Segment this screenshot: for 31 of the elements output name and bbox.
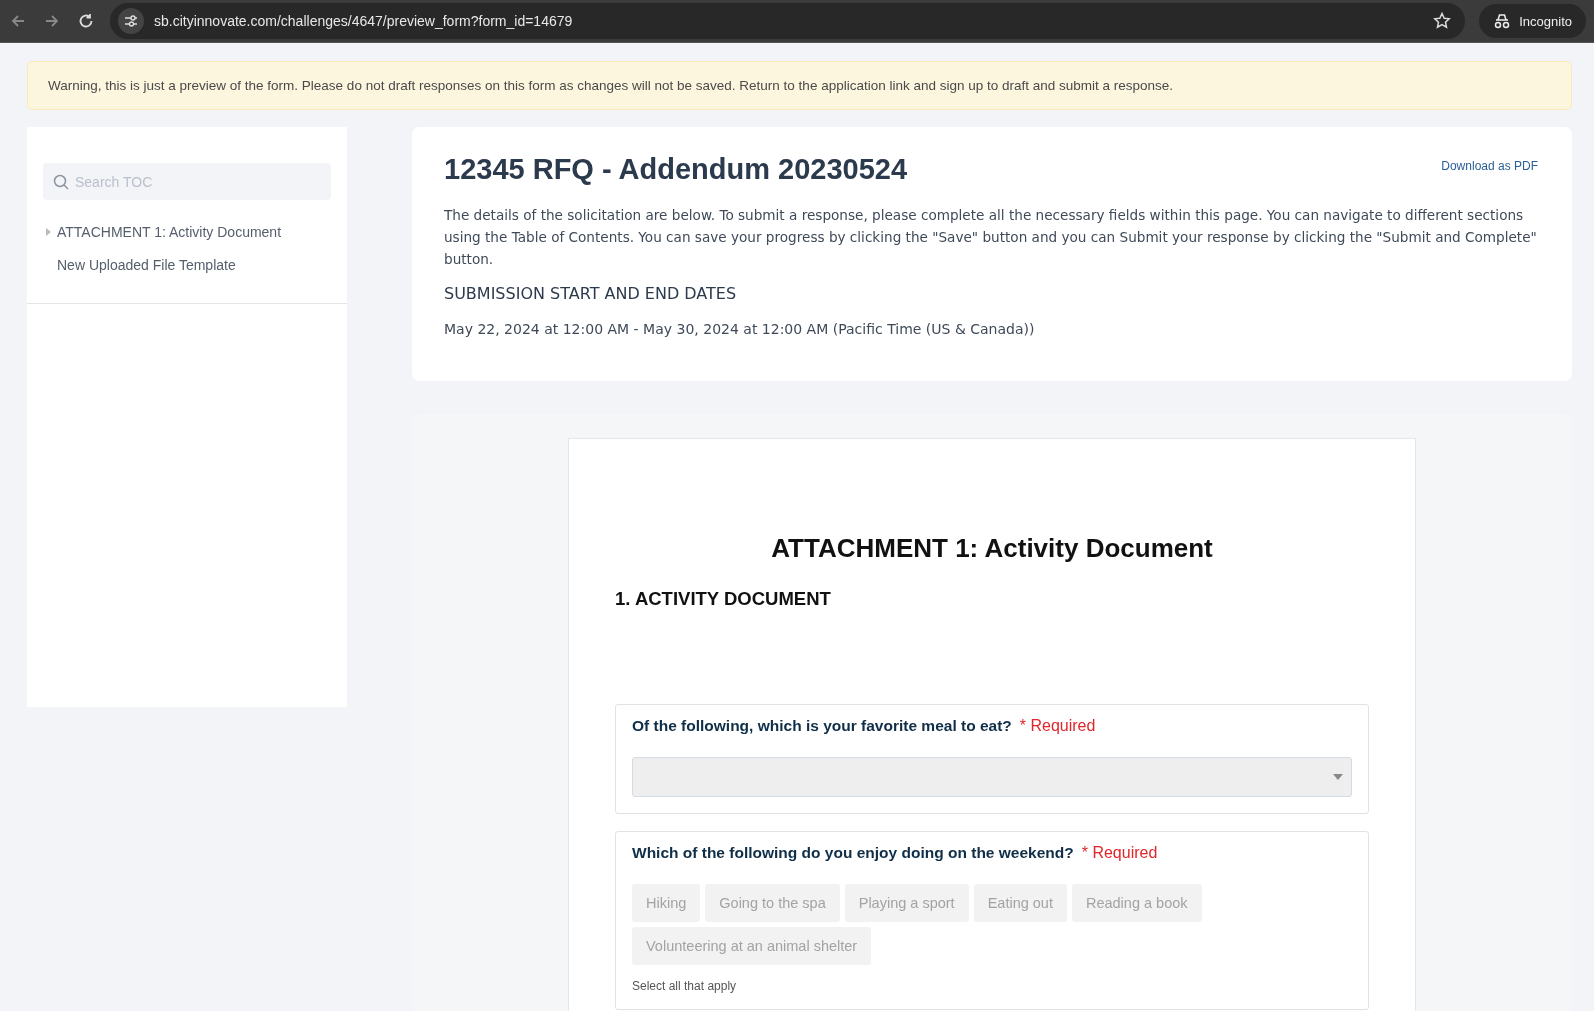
choice-option[interactable]: Volunteering at an animal shelter (632, 927, 872, 965)
dates-text: May 22, 2024 at 12:00 AM - May 30, 2024 at 12:00 AM (Pacific Time (US & Canada)) (444, 321, 1036, 337)
choice-option[interactable]: Eating out (973, 884, 1067, 922)
url-text: sb.cityinnovate.com/challenges/4647/preview_form?form_id=14679 (154, 13, 574, 29)
choice-option[interactable]: Hiking (632, 884, 701, 922)
description-text: The details of the solicitation are below. To submit a response, please complete all the necessary fields within this page. You can navigate to different sections using the Table of Contents. You can save your progress by clicking the "Save" button and you can Submit your response by clicking the "Submit and Complete" button. (444, 206, 1538, 269)
question-label: Which of the following do you enjoy doing on the weekend? (632, 844, 1074, 862)
search-icon (53, 174, 69, 190)
choice-option[interactable]: Reading a book (1071, 884, 1202, 922)
required-label: * Required (1019, 717, 1096, 735)
search-field[interactable]: Search TOC (43, 163, 331, 200)
document-title: ATTACHMENT 1: Activity Document (770, 533, 1214, 564)
dropdown-field[interactable] (632, 757, 1352, 797)
toc-item[interactable]: ATTACHMENT 1: Activity Document (43, 224, 331, 240)
choice-option[interactable]: Going to the spa (705, 884, 840, 922)
section-heading: 1. ACTIVITY DOCUMENT (615, 588, 832, 610)
incognito-icon (1493, 13, 1512, 29)
incognito-button[interactable]: Incognito (1479, 4, 1586, 38)
warning-banner: Warning, this is just a preview of the form. Please do not draft responses on this form as changes will not be saved. Return to the application link and sign up to draft and submit a response. (27, 61, 1572, 110)
address-bar[interactable]: sb.cityinnovate.com/challenges/4647/preview_form?form_id=14679 (110, 3, 1466, 39)
download-pdf-link[interactable]: Download as PDF (1441, 159, 1538, 173)
dates-heading: SUBMISSION START AND END DATES (444, 284, 738, 303)
page-title: 12345 RFQ - Addendum 20230524 (444, 153, 908, 186)
bookmark-star-icon[interactable] (1433, 12, 1452, 30)
required-label: * Required (1081, 844, 1158, 862)
site-settings-icon[interactable] (124, 14, 138, 28)
caret-icon (1333, 774, 1343, 780)
hint-text: Select all that apply (632, 979, 738, 993)
question-label: Of the following, which is your favorite meal to eat? (632, 717, 1012, 735)
toc-item[interactable]: New Uploaded File Template (43, 257, 331, 273)
choice-option[interactable]: Playing a sport (844, 884, 969, 922)
